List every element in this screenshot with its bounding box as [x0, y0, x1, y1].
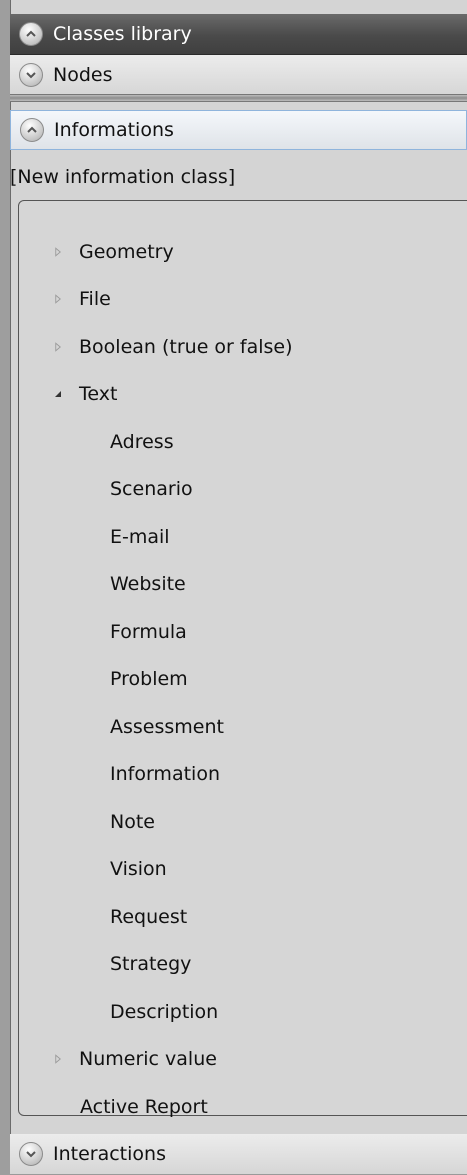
tree-item-assessment[interactable]: Assessment	[19, 703, 467, 751]
new-information-class-button[interactable]: [New information class]	[10, 157, 235, 197]
tree-item-label: E-mail	[110, 525, 170, 548]
splitter[interactable]	[10, 94, 467, 102]
tree-item-label: Formula	[110, 620, 187, 643]
tree-item-formula[interactable]: Formula	[19, 608, 467, 656]
header-interactions-label: Interactions	[53, 1143, 166, 1165]
tree-item-active-report[interactable]: Active Report	[19, 1083, 467, 1131]
header-interactions[interactable]: Interactions	[10, 1134, 467, 1175]
header-classes-library[interactable]: Classes library	[10, 14, 467, 55]
tree-item-label: Note	[110, 810, 155, 833]
chevron-down-icon[interactable]	[19, 1142, 43, 1166]
tree-item-label: Website	[110, 573, 186, 596]
tree-item-label: Text	[79, 383, 118, 406]
tree-item-label: Information	[110, 763, 220, 786]
tree-item-label: Boolean (true or false)	[79, 335, 293, 358]
tree-item-file[interactable]: File	[19, 276, 467, 324]
tree-item-scenario[interactable]: Scenario	[19, 466, 467, 514]
chevron-up-icon[interactable]	[19, 22, 43, 46]
triangle-down-filled-icon[interactable]	[50, 386, 66, 402]
tree-item-adress[interactable]: Adress	[19, 418, 467, 466]
tree-item-label: Numeric value	[79, 1048, 217, 1071]
triangle-right-outline-icon[interactable]	[50, 291, 66, 307]
tree-item-label: File	[79, 288, 111, 311]
tree-item-vision[interactable]: Vision	[19, 846, 467, 894]
tree-item-label: Geometry	[79, 240, 174, 263]
tree-item-information[interactable]: Information	[19, 751, 467, 799]
tree-item-label: Adress	[110, 430, 174, 453]
information-tree: Geometry File Boolean (true or false) Te…	[19, 228, 467, 1131]
tree-item-label: Request	[110, 905, 188, 928]
header-nodes[interactable]: Nodes	[10, 55, 467, 96]
chevron-up-icon[interactable]	[20, 118, 44, 142]
tree-item-website[interactable]: Website	[19, 561, 467, 609]
header-nodes-label: Nodes	[53, 64, 113, 86]
chevron-down-icon[interactable]	[19, 63, 43, 87]
tree-item-description[interactable]: Description	[19, 988, 467, 1036]
tree-item-label: Description	[110, 1000, 219, 1023]
tree-item-text[interactable]: Text	[19, 371, 467, 419]
new-information-class-label: [New information class]	[10, 166, 236, 188]
tree-item-strategy[interactable]: Strategy	[19, 941, 467, 989]
tree-item-label: Vision	[110, 858, 167, 881]
tree-item-problem[interactable]: Problem	[19, 656, 467, 704]
tree-item-label: Assessment	[110, 715, 224, 738]
information-tree-panel: Geometry File Boolean (true or false) Te…	[18, 200, 467, 1118]
tree-item-numeric-value[interactable]: Numeric value	[19, 1036, 467, 1084]
triangle-right-outline-icon[interactable]	[50, 244, 66, 260]
tree-item-email[interactable]: E-mail	[19, 513, 467, 561]
tree-item-label: Strategy	[110, 953, 192, 976]
header-informations[interactable]: Informations	[10, 110, 467, 150]
header-informations-label: Informations	[54, 119, 174, 141]
tree-item-boolean[interactable]: Boolean (true or false)	[19, 323, 467, 371]
header-classes-library-label: Classes library	[53, 23, 192, 45]
tree-item-label: Scenario	[110, 478, 193, 501]
tree-item-geometry[interactable]: Geometry	[19, 228, 467, 276]
tree-item-request[interactable]: Request	[19, 893, 467, 941]
tree-item-label: Active Report	[80, 1095, 208, 1118]
tree-item-note[interactable]: Note	[19, 798, 467, 846]
triangle-right-outline-icon[interactable]	[50, 339, 66, 355]
triangle-right-outline-icon[interactable]	[50, 1051, 66, 1067]
tree-item-label: Problem	[110, 668, 188, 691]
